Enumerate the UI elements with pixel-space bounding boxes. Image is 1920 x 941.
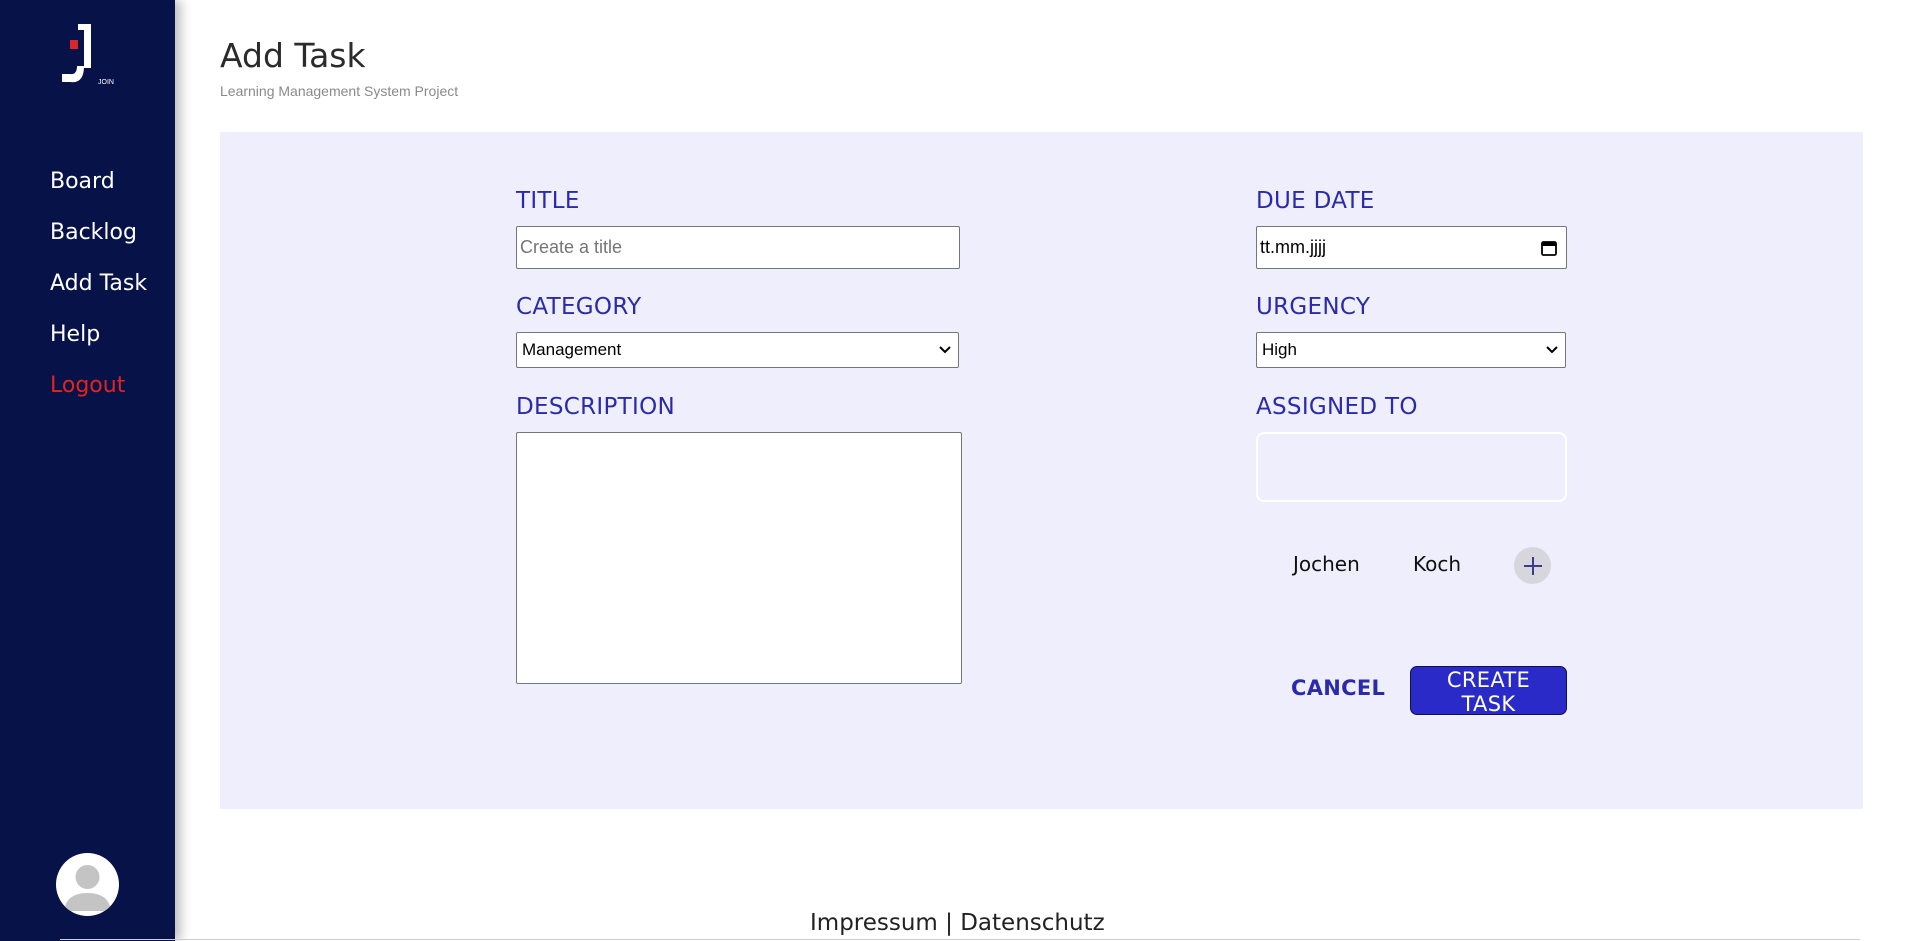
description-label: DESCRIPTION [516, 394, 675, 420]
create-task-button[interactable]: CREATE TASK [1410, 666, 1567, 716]
plus-icon [1523, 556, 1542, 575]
impressum-link[interactable]: Impressum [810, 910, 938, 936]
footer: Impressum | Datenschutz [810, 910, 1105, 936]
sidebar-item-backlog[interactable]: Backlog [50, 207, 147, 258]
page-title: Add Task [220, 36, 366, 75]
sidebar-item-logout[interactable]: Logout [50, 360, 147, 411]
sidebar-nav: Board Backlog Add Task Help Logout [50, 156, 147, 411]
chevron-down-icon [1546, 346, 1558, 354]
cancel-button[interactable]: CANCEL [1291, 676, 1385, 700]
chevron-down-icon [939, 346, 951, 354]
sidebar-item-help[interactable]: Help [50, 309, 147, 360]
datenschutz-link[interactable]: Datenschutz [960, 910, 1104, 936]
logo-text: JOIN [98, 79, 114, 86]
urgency-label: URGENCY [1256, 294, 1371, 320]
sidebar-item-add-task[interactable]: Add Task [50, 258, 147, 309]
footer-separator: | [945, 910, 953, 936]
member-first-name[interactable]: Jochen [1293, 552, 1360, 576]
due-date-value: tt.mm.jjjj [1260, 237, 1326, 257]
footer-divider [60, 939, 1860, 940]
category-label: CATEGORY [516, 294, 642, 320]
assigned-to-field[interactable] [1256, 432, 1567, 502]
title-label: TITLE [516, 188, 580, 214]
member-last-name[interactable]: Koch [1413, 552, 1461, 576]
user-avatar-icon[interactable] [56, 853, 119, 916]
page-subtitle: Learning Management System Project [220, 83, 459, 99]
due-date-input[interactable]: tt.mm.jjjj [1256, 226, 1567, 269]
add-task-form [220, 132, 1863, 809]
sidebar: JOIN Board Backlog Add Task Help Logout [0, 0, 175, 941]
urgency-select[interactable]: High [1256, 332, 1566, 368]
calendar-icon[interactable] [1540, 239, 1558, 257]
urgency-selected-value: High [1262, 340, 1297, 359]
category-selected-value: Management [522, 340, 622, 359]
join-logo-icon[interactable]: JOIN [60, 22, 120, 90]
add-member-button[interactable] [1514, 547, 1551, 584]
sidebar-item-board[interactable]: Board [50, 156, 147, 207]
due-date-label: DUE DATE [1256, 188, 1375, 214]
category-select[interactable]: Management [516, 332, 959, 368]
assigned-to-label: ASSIGNED TO [1256, 394, 1418, 420]
title-input[interactable] [516, 226, 960, 269]
description-textarea[interactable] [516, 432, 962, 684]
